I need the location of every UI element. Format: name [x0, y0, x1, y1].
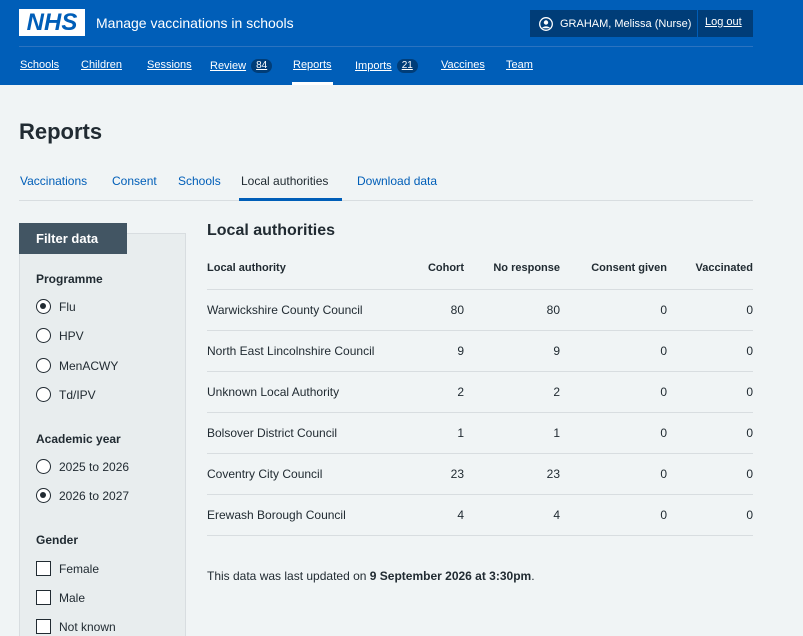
gender-option-not-known[interactable]: Not known — [36, 619, 116, 634]
table-row: Coventry City Council 23 23 0 0 — [207, 453, 753, 494]
cell-consent-given: 0 — [660, 385, 667, 399]
radio-selected[interactable] — [36, 299, 51, 314]
review-count-badge: 84 — [251, 59, 273, 73]
cell-no-response: 80 — [546, 303, 560, 317]
table-row: Erewash Borough Council 4 4 0 0 — [207, 494, 753, 535]
subnav-schools[interactable]: Schools — [178, 174, 221, 188]
radio[interactable] — [36, 328, 51, 343]
cell-vaccinated: 0 — [746, 508, 753, 522]
nav-imports[interactable]: Imports 21 — [355, 59, 418, 73]
nav-vaccines[interactable]: Vaccines — [441, 59, 485, 71]
subnav-active-indicator — [239, 198, 342, 201]
col-cohort: Cohort — [427, 262, 464, 274]
subnav-download-data[interactable]: Download data — [357, 174, 437, 188]
cell-vaccinated: 0 — [746, 467, 753, 481]
cell-vaccinated: 0 — [746, 426, 753, 440]
nav-reports[interactable]: Reports — [293, 59, 332, 71]
cell-local-authority: Coventry City Council — [207, 467, 323, 481]
last-updated-date: 9 September 2026 at 3:30pm — [369, 569, 532, 583]
programme-heading: Programme — [36, 272, 103, 286]
year-option-2025-2026[interactable]: 2025 to 2026 — [36, 459, 129, 474]
nav-team[interactable]: Team — [506, 59, 533, 71]
col-no-response: No response — [493, 262, 560, 274]
cell-no-response: 4 — [553, 508, 560, 522]
filter-tab: Filter data — [19, 223, 127, 254]
subnav-consent[interactable]: Consent — [112, 174, 157, 188]
programme-option-menacwy[interactable]: MenACWY — [36, 358, 118, 373]
table-row: North East Lincolnshire Council 9 9 0 0 — [207, 330, 753, 371]
nav-review[interactable]: Review 84 — [210, 59, 273, 73]
user-icon — [539, 16, 553, 31]
cell-consent-given: 0 — [660, 508, 667, 522]
cell-cohort: 1 — [457, 426, 464, 440]
cell-local-authority: Erewash Borough Council — [207, 508, 346, 522]
checkbox[interactable] — [36, 590, 51, 605]
account-name: GRAHAM, Melissa (Nurse) — [560, 17, 692, 30]
account-bar: GRAHAM, Melissa (Nurse) Log out — [530, 10, 753, 37]
cell-no-response: 1 — [553, 426, 560, 440]
cell-no-response: 9 — [553, 344, 560, 358]
table-row: Warwickshire County Council 80 80 0 0 — [207, 289, 753, 330]
radio-selected[interactable] — [36, 488, 51, 503]
cell-cohort: 4 — [457, 508, 464, 522]
subnav-local-authorities[interactable]: Local authorities — [241, 174, 328, 188]
page-title: Reports — [19, 119, 103, 144]
checkbox[interactable] — [36, 619, 51, 634]
gender-option-female[interactable]: Female — [36, 561, 99, 576]
account-divider — [697, 10, 698, 37]
cell-consent-given: 0 — [660, 303, 667, 317]
cell-consent-given: 0 — [660, 467, 667, 481]
academic-year-heading: Academic year — [36, 432, 121, 446]
nav-active-indicator — [292, 82, 333, 85]
subnav-vaccinations[interactable]: Vaccinations — [20, 174, 87, 188]
table-bottom-border — [207, 535, 753, 536]
radio[interactable] — [36, 459, 51, 474]
nhs-logo[interactable]: NHS — [19, 9, 85, 36]
nav-children[interactable]: Children — [81, 59, 122, 71]
cell-vaccinated: 0 — [746, 385, 753, 399]
cell-cohort: 2 — [457, 385, 464, 399]
cell-local-authority: North East Lincolnshire Council — [207, 344, 375, 358]
gender-option-male[interactable]: Male — [36, 590, 85, 605]
cell-cohort: 80 — [450, 303, 464, 317]
cell-local-authority: Warwickshire County Council — [207, 303, 363, 317]
checkbox[interactable] — [36, 561, 51, 576]
service-name[interactable]: Manage vaccinations in schools — [96, 14, 294, 32]
cell-vaccinated: 0 — [746, 344, 753, 358]
cell-no-response: 2 — [553, 385, 560, 399]
content-title: Local authorities — [207, 222, 336, 239]
cell-local-authority: Unknown Local Authority — [207, 385, 340, 399]
cell-cohort: 23 — [450, 467, 464, 481]
logout-link[interactable]: Log out — [705, 16, 742, 28]
cell-no-response: 23 — [546, 467, 560, 481]
cell-vaccinated: 0 — [746, 303, 753, 317]
col-local-authority: Local authority — [207, 262, 286, 274]
programme-option-flu[interactable]: Flu — [36, 299, 76, 314]
col-consent-given: Consent given — [591, 262, 667, 274]
cell-cohort: 9 — [457, 344, 464, 358]
table-row: Bolsover District Council 1 1 0 0 — [207, 412, 753, 453]
header: NHS Manage vaccinations in schools GRAHA… — [0, 0, 803, 85]
table-row: Unknown Local Authority 2 2 0 0 — [207, 371, 753, 412]
radio[interactable] — [36, 358, 51, 373]
cell-local-authority: Bolsover District Council — [207, 426, 338, 440]
year-option-2026-2027[interactable]: 2026 to 2027 — [36, 488, 129, 503]
programme-option-tdipv[interactable]: Td/IPV — [36, 387, 96, 402]
gender-heading: Gender — [36, 533, 79, 547]
cell-consent-given: 0 — [660, 426, 667, 440]
imports-count-badge: 21 — [396, 59, 418, 73]
cell-consent-given: 0 — [660, 344, 667, 358]
programme-option-hpv[interactable]: HPV — [36, 328, 84, 343]
primary-nav: Schools Children Sessions Review 84 Repor… — [0, 47, 803, 85]
reports-subnav: Vaccinations Consent Schools Local autho… — [19, 171, 753, 201]
last-updated-text: This data was last updated on 9 Septembe… — [207, 569, 535, 583]
nav-schools[interactable]: Schools — [20, 59, 59, 71]
col-vaccinated: Vaccinated — [695, 262, 753, 274]
nav-sessions[interactable]: Sessions — [147, 59, 192, 71]
radio[interactable] — [36, 387, 51, 402]
